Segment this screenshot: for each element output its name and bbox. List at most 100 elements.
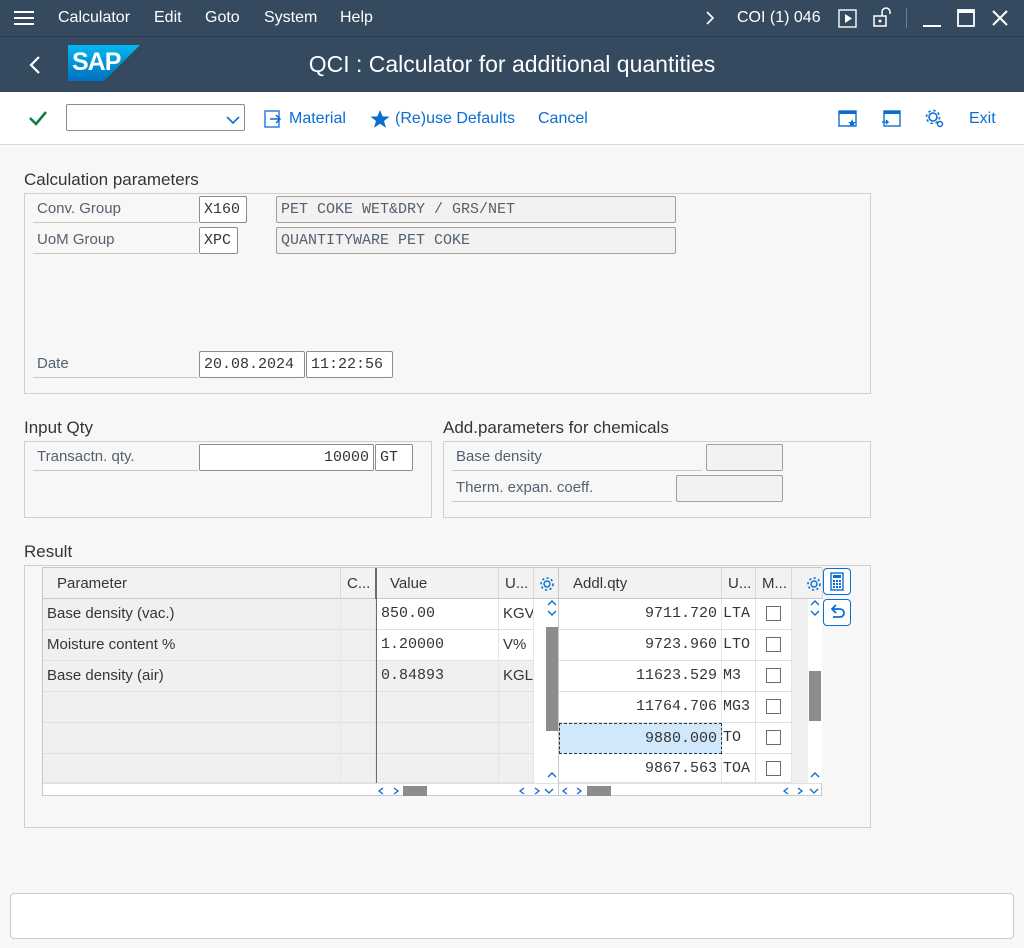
table-cell-checkbox[interactable] — [756, 692, 792, 723]
col-header-settings — [534, 568, 561, 599]
additional-qty-table: Addl.qty U... M... 9711.720 LTA 9723.960… — [558, 567, 823, 796]
play-icon[interactable] — [838, 9, 857, 32]
table-settings-icon[interactable] — [806, 576, 822, 592]
menu-edit[interactable]: Edit — [154, 9, 182, 27]
table-row[interactable]: 9867.563 — [559, 754, 722, 783]
time-field[interactable]: 11:22:56 — [306, 351, 393, 378]
checkbox[interactable] — [766, 760, 781, 776]
material-icon[interactable] — [264, 109, 284, 133]
empty-row — [377, 754, 499, 783]
close-icon[interactable] — [991, 9, 1009, 31]
empty-row — [499, 692, 534, 723]
hamburger-menu-icon[interactable] — [14, 10, 34, 26]
col-header-settings-2 — [792, 568, 823, 599]
right-table-hscrollbar[interactable] — [559, 783, 821, 796]
table-row: Base density (vac.) — [43, 599, 341, 630]
calculator-button[interactable] — [823, 568, 851, 595]
exit-button[interactable]: Exit — [969, 110, 996, 128]
table-cell-unit[interactable]: TOA — [722, 754, 756, 783]
col-header-unit[interactable]: U... — [722, 568, 756, 599]
table-cell-unit[interactable]: LTO — [722, 630, 756, 661]
status-bar — [10, 893, 1014, 939]
cancel-button[interactable]: Cancel — [538, 110, 588, 128]
left-table-vscrollbar[interactable] — [545, 599, 559, 783]
col-header-addl-qty[interactable]: Addl.qty — [559, 568, 722, 599]
empty-row — [43, 723, 341, 754]
maximize-icon[interactable] — [956, 8, 976, 32]
table-cell-unit[interactable]: LTA — [722, 599, 756, 630]
table-cell — [341, 599, 376, 630]
checkmark-icon[interactable] — [28, 109, 48, 131]
unlock-icon[interactable] — [871, 7, 893, 32]
table-cell-unit[interactable]: TO — [722, 723, 756, 754]
table-cell-unit[interactable]: V% — [499, 630, 534, 661]
star-icon[interactable] — [370, 109, 390, 133]
checkbox[interactable] — [766, 698, 781, 714]
chevron-right-icon[interactable] — [704, 10, 716, 30]
right-table-vscrollbar[interactable] — [808, 599, 822, 783]
material-button[interactable]: Material — [289, 110, 346, 128]
command-field[interactable] — [66, 104, 245, 131]
table-settings-icon[interactable] — [539, 576, 555, 592]
base-density-label: Base density — [452, 444, 702, 471]
settings-icon[interactable] — [925, 109, 945, 133]
table-cell-unit[interactable]: KGV — [499, 599, 534, 630]
table-cell-checkbox[interactable] — [756, 630, 792, 661]
checkbox[interactable] — [766, 667, 781, 683]
conv-group-field[interactable]: X160 — [199, 196, 247, 223]
transaction-qty-field[interactable]: 10000 — [199, 444, 374, 471]
create-session-icon[interactable] — [838, 110, 858, 132]
table-cell-unit[interactable]: M3 — [722, 661, 756, 692]
conv-group-desc: PET COKE WET&DRY / GRS/NET — [276, 196, 676, 223]
right-table-col-gap — [792, 599, 808, 783]
uom-group-desc: QUANTITYWARE PET COKE — [276, 227, 676, 254]
date-field[interactable]: 20.08.2024 — [199, 351, 305, 378]
col-header-m[interactable]: M... — [756, 568, 792, 599]
col-header-value[interactable]: Value — [376, 568, 499, 599]
table-cell-checkbox[interactable] — [756, 723, 792, 754]
uom-group-field[interactable]: XPC — [199, 227, 238, 254]
table-cell-checkbox[interactable] — [756, 661, 792, 692]
calculator-icon — [830, 572, 844, 591]
therm-expan-field[interactable] — [676, 475, 783, 502]
table-row[interactable]: 11623.529 — [559, 661, 722, 692]
left-table-hscrollbar[interactable] — [43, 783, 559, 796]
undo-button[interactable] — [823, 599, 851, 626]
table-cell-value[interactable]: 850.00 — [377, 599, 499, 630]
chevron-down-icon[interactable] — [226, 112, 240, 129]
table-row[interactable]: 11764.706 — [559, 692, 722, 723]
checkbox[interactable] — [766, 729, 781, 745]
table-cell-unit[interactable]: MG3 — [722, 692, 756, 723]
table-cell-value[interactable]: 1.20000 — [377, 630, 499, 661]
empty-row — [499, 723, 534, 754]
table-row-selected[interactable]: 9880.000 — [559, 723, 722, 754]
table-cell-checkbox[interactable] — [756, 754, 792, 783]
menu-help[interactable]: Help — [340, 9, 373, 27]
checkbox[interactable] — [766, 605, 781, 621]
menu-calculator[interactable]: Calculator — [58, 9, 130, 27]
base-density-field[interactable] — [706, 444, 783, 471]
menu-bar: Calculator Edit Goto System Help COI (1)… — [0, 0, 1024, 36]
table-cell-unit: KGL — [499, 661, 534, 692]
empty-row — [341, 723, 376, 754]
conv-group-label: Conv. Group — [33, 196, 198, 223]
table-row[interactable]: 9711.720 — [559, 599, 722, 630]
table-row: Moisture content % — [43, 630, 341, 661]
transaction-unit-field[interactable]: GT — [375, 444, 413, 471]
col-header-c[interactable]: C... — [341, 568, 376, 599]
table-cell — [341, 630, 376, 661]
empty-row — [43, 692, 341, 723]
table-row[interactable]: 9723.960 — [559, 630, 722, 661]
table-cell-checkbox[interactable] — [756, 599, 792, 630]
checkbox[interactable] — [766, 636, 781, 652]
switch-window-icon[interactable] — [881, 110, 901, 132]
menu-system[interactable]: System — [264, 9, 317, 27]
input-qty-title: Input Qty — [24, 418, 93, 437]
minimize-icon[interactable] — [922, 8, 942, 32]
undo-icon — [830, 604, 845, 618]
col-header-parameter[interactable]: Parameter — [43, 568, 341, 599]
reuse-defaults-button[interactable]: (Re)use Defaults — [395, 110, 515, 128]
col-header-u[interactable]: U... — [499, 568, 534, 599]
menu-goto[interactable]: Goto — [205, 9, 240, 27]
empty-row — [43, 754, 341, 783]
